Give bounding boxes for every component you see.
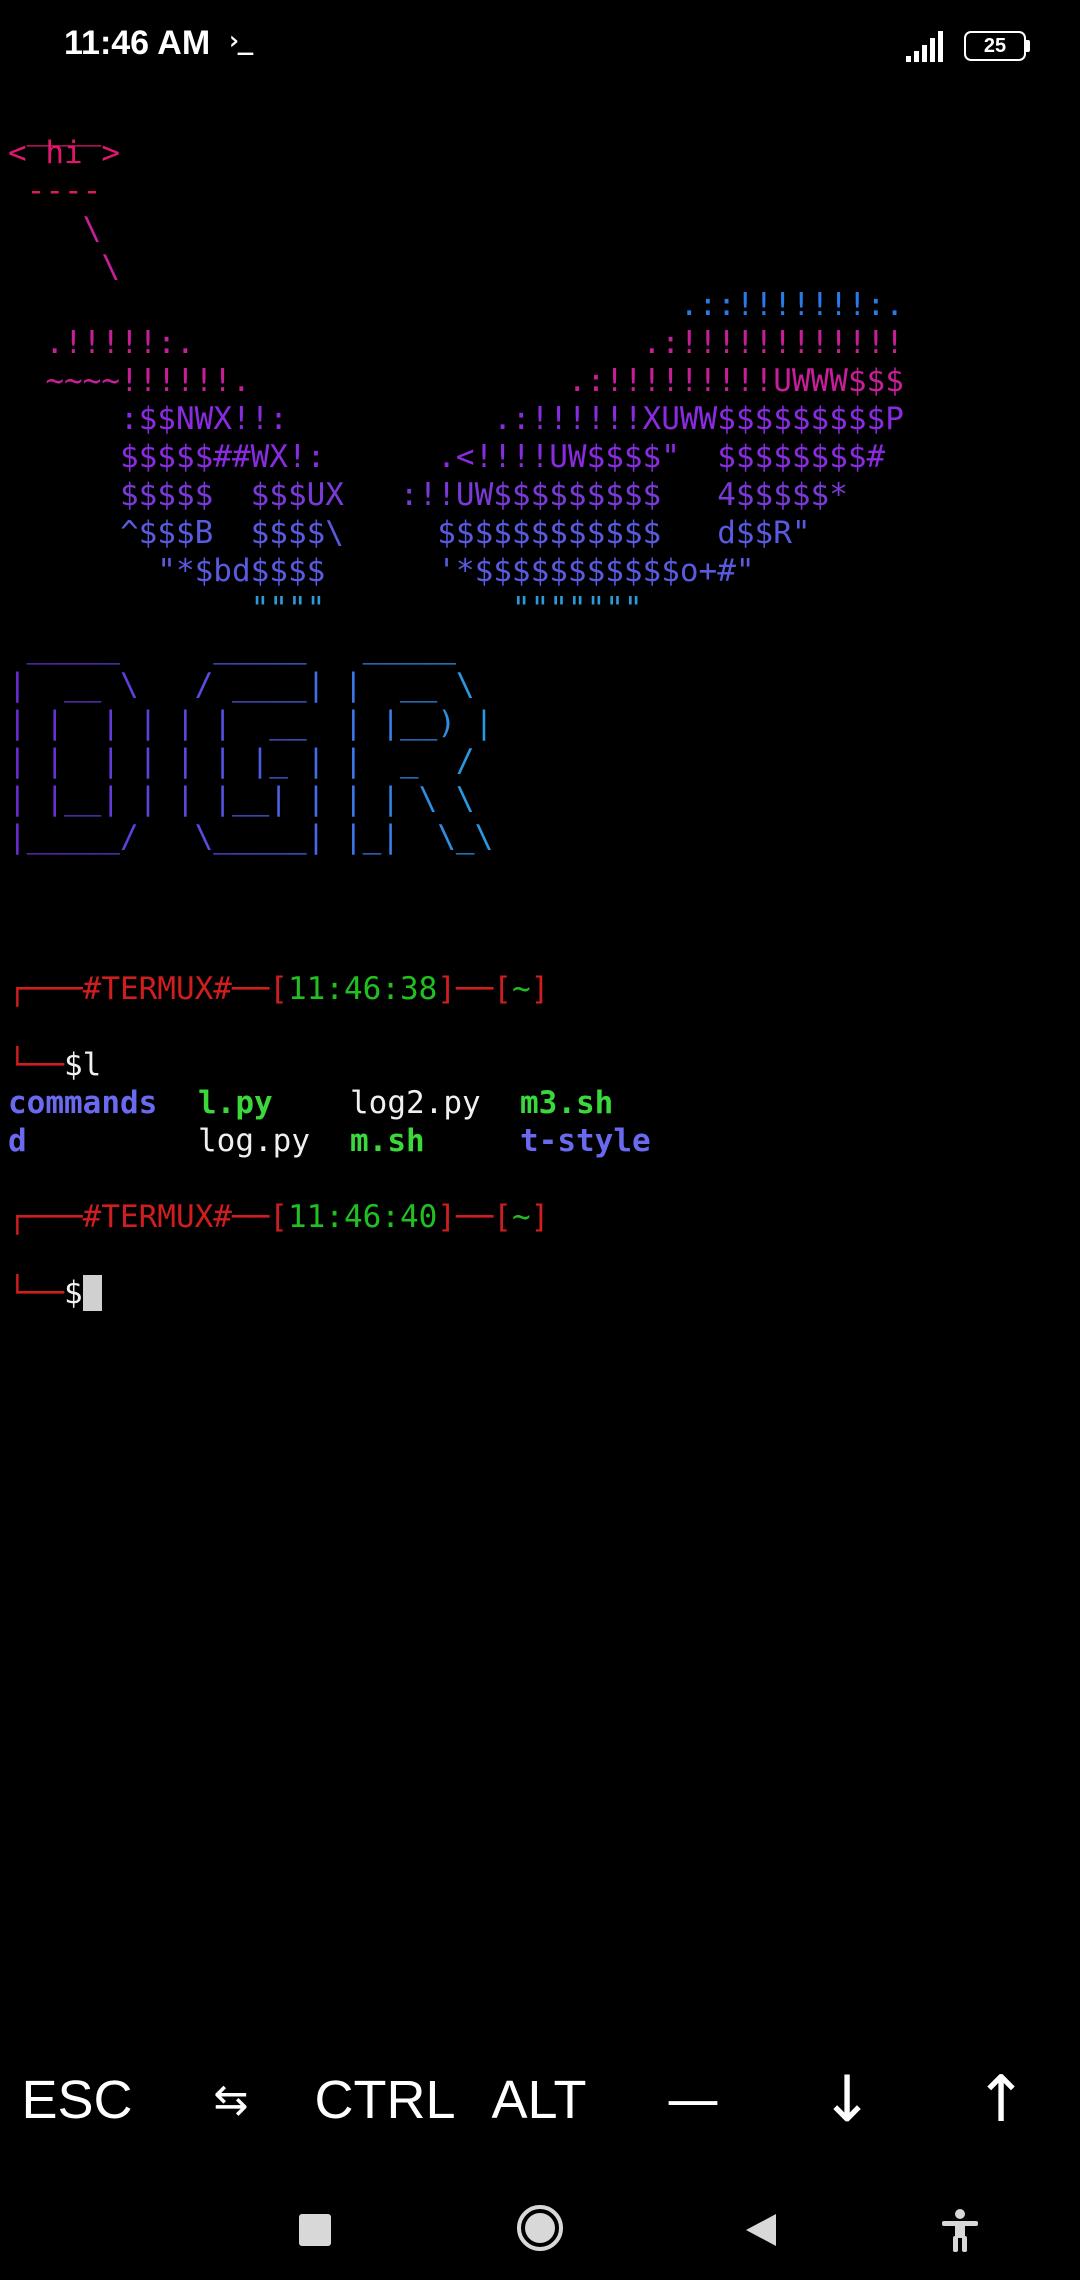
whale-line-1: .::!!!!!!!:. (8, 287, 904, 323)
terminal-cursor (82, 1274, 102, 1311)
esc-key[interactable]: ESC (0, 2050, 154, 2150)
arrow-up-key[interactable]: ↑ (924, 2050, 1078, 2150)
prompt-1-header: ┌───#TERMUX#──[11:46:38]──[~] (8, 971, 550, 1007)
ls-item: m3.sh (520, 1085, 614, 1121)
prompt-1-input: └──$l (8, 1047, 102, 1083)
home-icon[interactable] (516, 2204, 564, 2252)
whale-line-8: "*$bd$$$$ '*$$$$$$$$$$$o+#" (8, 553, 755, 589)
accessibility-icon[interactable] (940, 2208, 980, 2252)
cowsay-bottom: ---- (8, 173, 102, 209)
ls-item: t-style (520, 1123, 651, 1159)
cowsay-tail-1: \ (8, 211, 102, 247)
ls-item: log.py (198, 1123, 310, 1159)
prompt-2-header: ┌───#TERMUX#──[11:46:40]──[~] (8, 1199, 550, 1235)
recents-icon[interactable] (299, 2214, 331, 2246)
tab-key[interactable]: ⇆ (154, 2050, 308, 2150)
whale-line-4: :$$NWX!!: .:!!!!!!XUWW$$$$$$$$$P (8, 401, 904, 437)
ls-item: m.sh (350, 1123, 425, 1159)
ls-item: commands (8, 1085, 158, 1121)
ls-item: d (8, 1123, 27, 1159)
prompt-2-input[interactable]: └──$ (8, 1274, 102, 1312)
arrow-down-key[interactable]: ↓ (770, 2050, 924, 2150)
whale-line-2: .!!!!!:. .:!!!!!!!!!!!! (8, 325, 904, 361)
navigation-bar (0, 2170, 1080, 2280)
ls-item: l.py (198, 1085, 273, 1121)
whale-line-3: ~~~~!!!!!!. .:!!!!!!!!!UWWW$$$ (8, 363, 904, 399)
back-icon[interactable] (744, 2212, 778, 2248)
banner-line-3: | | | | | | __ | |__) | (8, 705, 494, 741)
whale-line-6: $$$$$ $$$UX :!!UW$$$$$$$$$ 4$$$$$* (8, 477, 848, 513)
banner-line-5: | |__| | | |__| | | | \ \ (8, 781, 475, 817)
cowsay-bubble: < hi > (8, 135, 120, 171)
banner-line-6: |_____/ \_____| |_| \_\ (8, 819, 494, 855)
terminal-output[interactable]: ____ < hi > ---- \ \ .::!!!!!!!:. .!!!!!… (0, 0, 1080, 1620)
command-text: l (82, 1047, 102, 1083)
whale-line-7: ^$$$B $$$$\ $$$$$$$$$$$$ d$$R" (8, 515, 811, 551)
dash-key[interactable]: — (616, 2050, 770, 2150)
banner-line-4: | | | | | | |_ | | _ / (8, 743, 475, 779)
whale-line-9: """" """"""" (8, 591, 643, 627)
whale-line-5: $$$$$##WX!: .<!!!!UW$$$$" $$$$$$$$# (8, 439, 886, 475)
extra-keys-row: ESC ⇆ CTRL ALT — ↓ ↑ (0, 2050, 1080, 2150)
ctrl-key[interactable]: CTRL (308, 2050, 462, 2150)
alt-key[interactable]: ALT (462, 2050, 616, 2150)
banner-line-1: _____ _____ _____ (8, 629, 456, 665)
ls-item: log2.py (350, 1085, 481, 1121)
cowsay-tail-2: \ (8, 249, 120, 285)
banner-line-2: | __ \ / ____| | __ \ (8, 667, 475, 703)
